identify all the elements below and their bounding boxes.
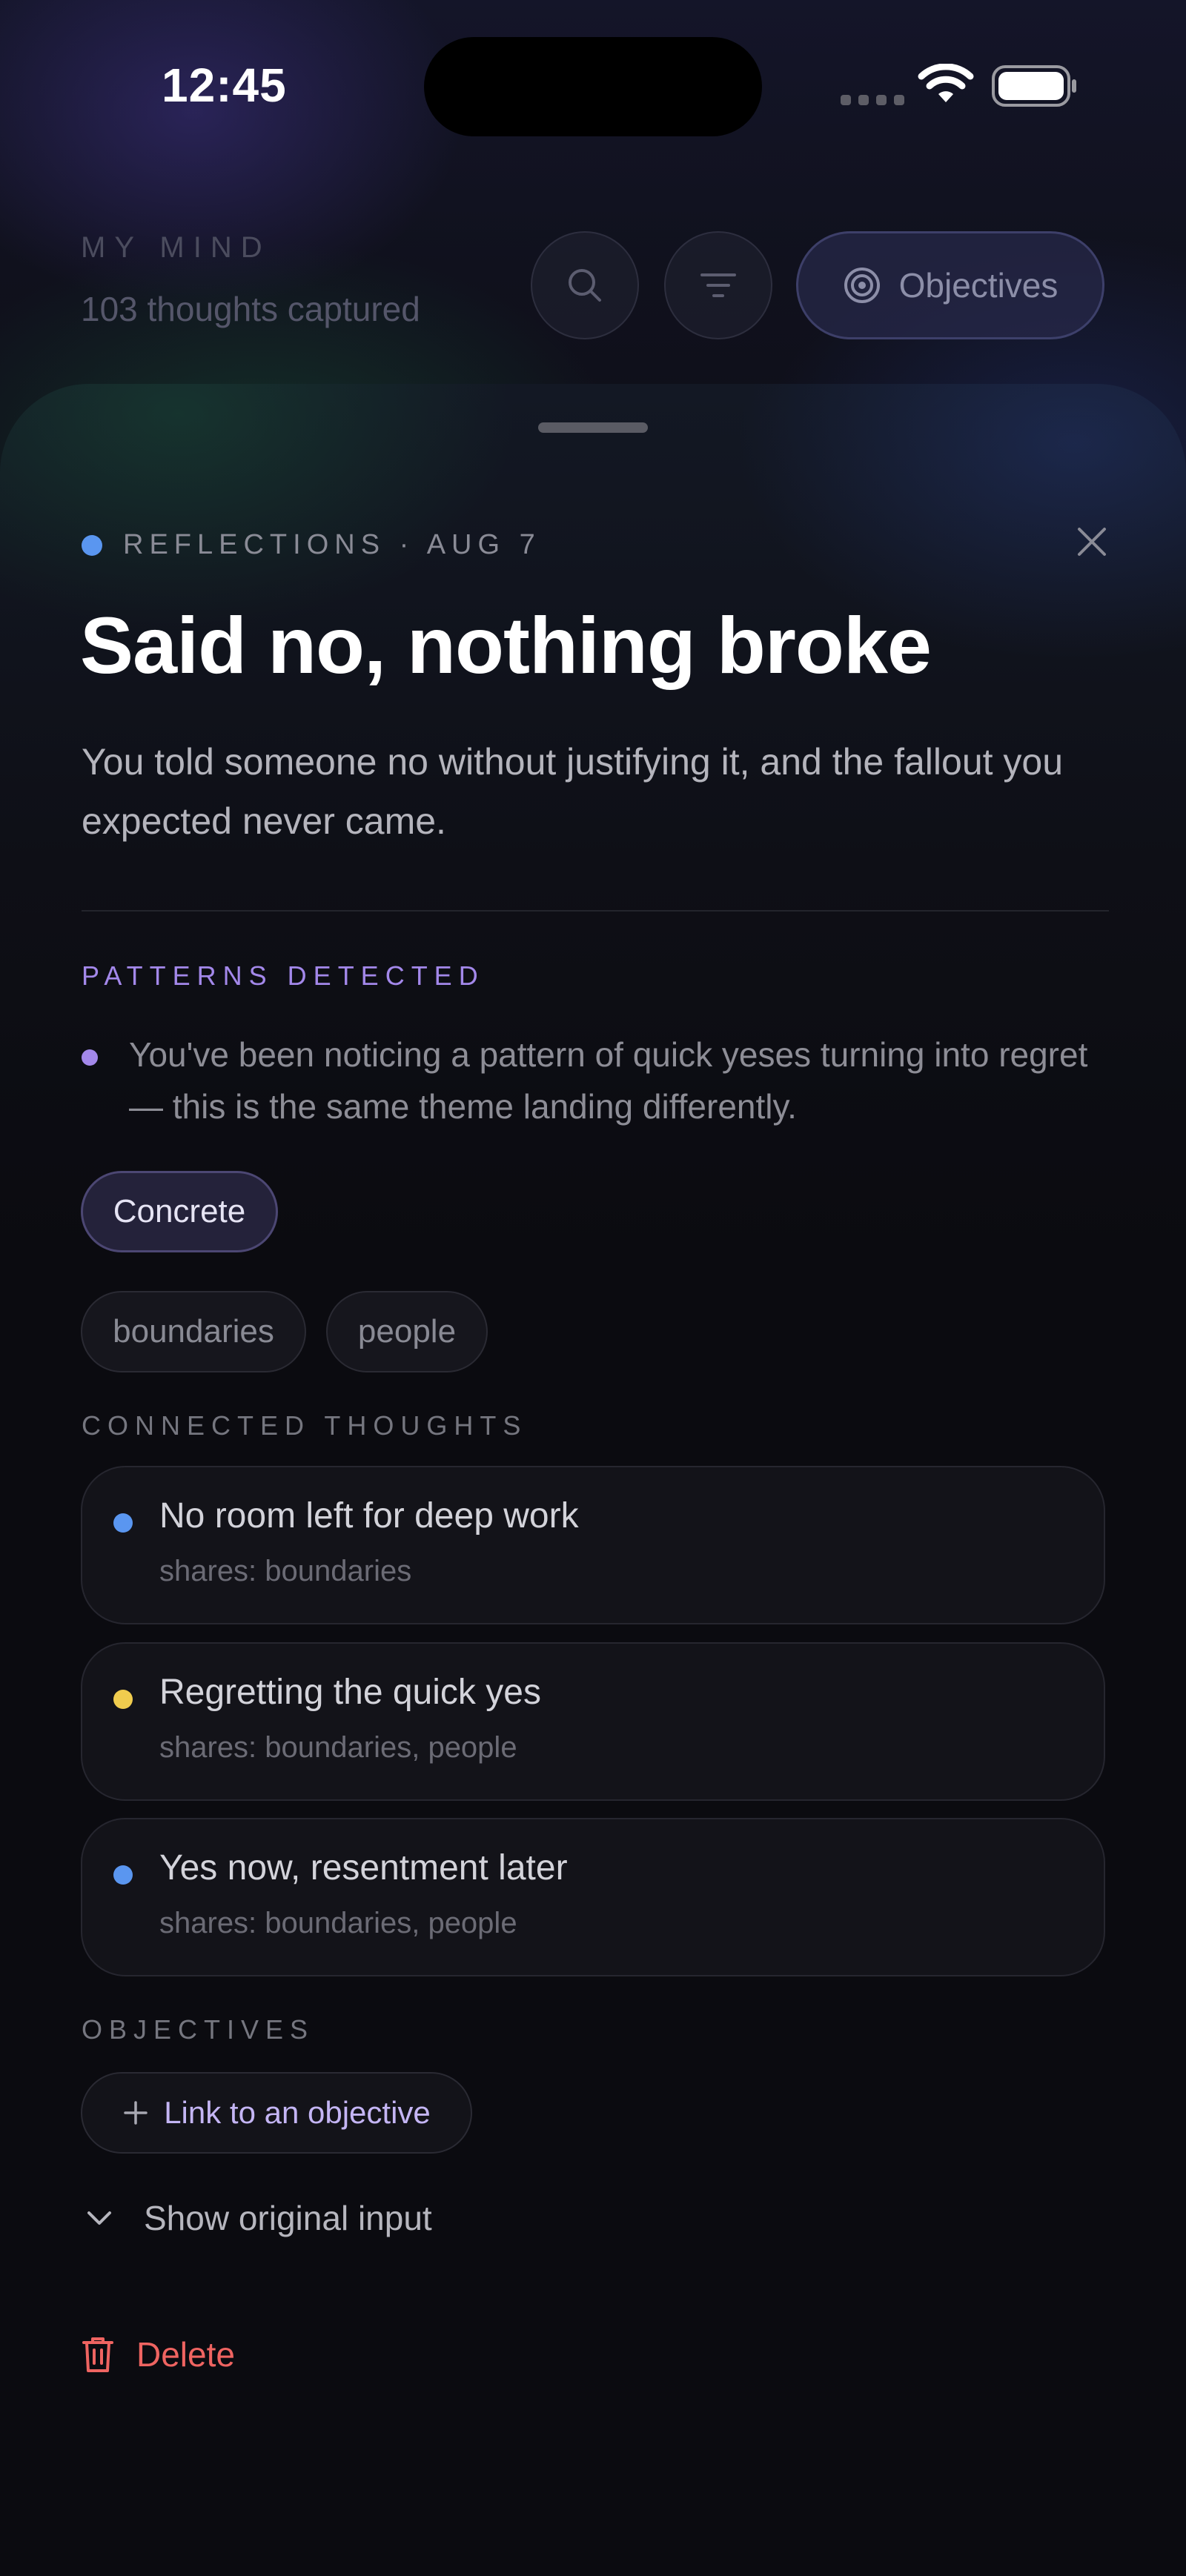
chevron-down-icon <box>87 2211 111 2225</box>
connected-thought-title: Yes now, resentment later <box>159 1848 568 1888</box>
patterns-heading: PATTERNS DETECTED <box>82 960 485 991</box>
thought-title: Said no, nothing broke <box>80 600 932 690</box>
delete-label: Delete <box>136 2335 235 2374</box>
filter-icon <box>700 273 736 297</box>
connected-thought-title: Regretting the quick yes <box>159 1673 541 1712</box>
category-dot <box>113 1513 133 1533</box>
connected-thought-card[interactable]: Regretting the quick yes shares: boundar… <box>81 1642 1105 1801</box>
battery-icon <box>992 65 1076 107</box>
objectives-button[interactable]: Objectives <box>796 231 1104 339</box>
delete-button[interactable]: Delete <box>82 2334 235 2374</box>
close-icon[interactable] <box>1072 522 1112 562</box>
category-dot <box>82 535 102 556</box>
filter-button[interactable] <box>664 231 772 339</box>
tag-people[interactable]: people <box>326 1291 488 1372</box>
status-bar: 12:45 <box>0 0 1186 148</box>
link-objective-button[interactable]: Link to an objective <box>81 2072 472 2154</box>
connected-thoughts-heading: CONNECTED THOUGHTS <box>82 1410 528 1441</box>
thought-detail-sheet: REFLECTIONS · AUG 7 Said no, nothing bro… <box>0 384 1186 2576</box>
app-header: MY MIND 103 thoughts captured Objectives <box>0 215 1186 363</box>
pattern-item: You've been noticing a pattern of quick … <box>129 1035 1088 1126</box>
show-original-toggle[interactable]: Show original input <box>85 2198 432 2238</box>
dynamic-island <box>424 37 762 136</box>
cellular-signal-icon <box>841 95 904 105</box>
category-dot <box>113 1690 133 1709</box>
connected-thought-shares: shares: boundaries, people <box>159 1907 517 1939</box>
search-icon <box>569 269 601 302</box>
connected-thought-card[interactable]: Yes now, resentment later shares: bounda… <box>81 1818 1105 1976</box>
connected-thought-card[interactable]: No room left for deep work shares: bound… <box>81 1466 1105 1624</box>
target-icon <box>844 268 880 303</box>
status-time: 12:45 <box>162 59 287 112</box>
type-pill[interactable]: Concrete <box>81 1171 278 1252</box>
tag-boundaries[interactable]: boundaries <box>81 1291 306 1372</box>
objectives-button-label: Objectives <box>898 266 1059 305</box>
category-dot <box>113 1865 133 1885</box>
wifi-icon <box>918 64 974 102</box>
connected-thought-title: No room left for deep work <box>159 1496 579 1536</box>
connected-thought-shares: shares: boundaries, people <box>159 1731 517 1764</box>
connected-thought-shares: shares: boundaries <box>159 1555 412 1587</box>
thought-summary: You told someone no without justifying i… <box>82 741 1064 842</box>
pattern-bullet <box>82 1049 98 1066</box>
thought-meta: REFLECTIONS · AUG 7 <box>123 529 541 560</box>
thought-count: 103 thoughts captured <box>81 290 420 328</box>
divider <box>82 910 1109 912</box>
link-objective-label: Link to an objective <box>164 2095 431 2130</box>
search-button[interactable] <box>531 231 639 339</box>
show-original-label: Show original input <box>144 2199 432 2237</box>
sheet-grabber[interactable] <box>538 422 648 433</box>
trash-icon <box>82 2337 113 2372</box>
objectives-heading: OBJECTIVES <box>82 2014 315 2045</box>
plus-icon <box>124 2101 148 2125</box>
app-section-title: MY MIND <box>81 231 271 264</box>
